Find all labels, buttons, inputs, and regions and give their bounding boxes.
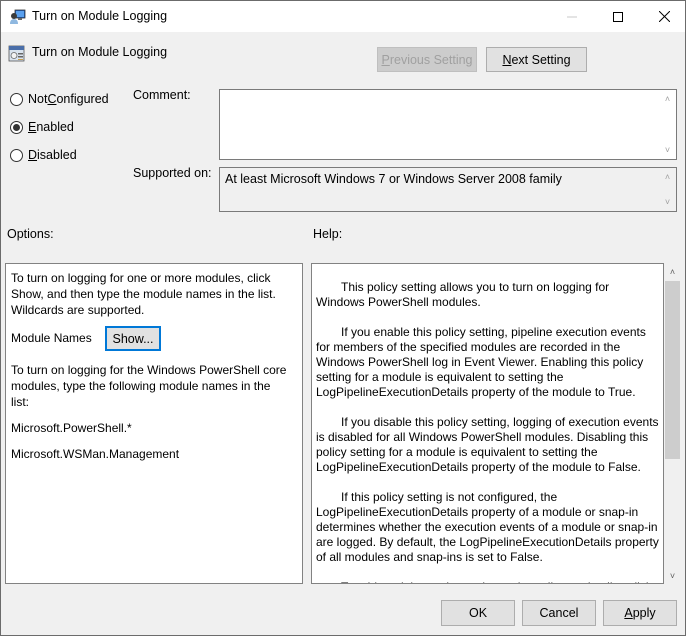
- supported-on-label: Supported on:: [133, 166, 212, 180]
- help-line: determines whether the execution events …: [316, 520, 658, 534]
- options-intro: To turn on logging for one or more modul…: [11, 270, 276, 318]
- comment-label: Comment:: [133, 88, 191, 102]
- radio-label-post: nabled: [36, 120, 74, 134]
- previous-setting-label: revious Setting: [389, 52, 473, 67]
- help-line: LogPipelineExecutionDetails property of …: [316, 505, 639, 519]
- previous-setting-button[interactable]: Previous Setting: [377, 47, 477, 72]
- supported-on-value: At least Microsoft Windows 7 or Windows …: [225, 172, 562, 186]
- close-button[interactable]: [641, 1, 686, 32]
- window-title: Turn on Module Logging: [32, 9, 168, 23]
- scroll-up-icon[interactable]: ˄: [665, 172, 670, 182]
- options-core-line: list:: [11, 395, 29, 409]
- policy-computer-icon: [10, 9, 26, 24]
- module-powershell: Microsoft.PowerShell.*: [11, 421, 132, 435]
- scroll-down-icon[interactable]: ˅: [665, 145, 670, 155]
- show-module-names-button[interactable]: Show...: [105, 326, 161, 351]
- options-core-line: modules, type the following module names…: [11, 379, 271, 393]
- radio-label-accel: C: [47, 92, 57, 106]
- help-line: LogPipelineExecutionDetails property of …: [316, 460, 641, 474]
- help-line: Windows PowerShell modules.: [316, 295, 481, 309]
- help-line: Windows PowerShell log in Event Viewer. …: [316, 355, 644, 369]
- comment-input[interactable]: ˄ ˅: [219, 89, 677, 160]
- minimize-icon: [567, 16, 577, 17]
- ok-button[interactable]: OK: [441, 600, 515, 626]
- radio-disabled[interactable]: Disabled: [10, 148, 77, 162]
- help-line: is disabled for all Windows PowerShell m…: [316, 430, 649, 444]
- comment-scrollbar[interactable]: ˄ ˅: [659, 90, 676, 159]
- help-line: If you enable this policy setting, pipel…: [341, 325, 646, 339]
- radio-enabled[interactable]: Enabled: [10, 120, 74, 134]
- help-line: of all modules and snap-ins is set to Fa…: [316, 550, 543, 564]
- help-line: policy setting for a module is equivalen…: [316, 445, 598, 459]
- help-line: This policy setting allows you to turn o…: [341, 280, 610, 294]
- help-line: If you disable this policy setting, logg…: [341, 415, 659, 429]
- radio-circle: [10, 120, 23, 134]
- help-scrollbar[interactable]: ˄ ˅: [664, 263, 681, 584]
- next-setting-label: ext Setting: [511, 52, 571, 67]
- help-line: To add modules and snap-ins to the polic…: [341, 580, 652, 583]
- title-bar: Turn on Module Logging: [1, 1, 685, 32]
- options-intro-line: Wildcards are supported.: [11, 303, 145, 317]
- maximize-button[interactable]: [595, 1, 641, 32]
- apply-accel: A: [624, 606, 633, 620]
- cancel-button[interactable]: Cancel: [522, 600, 596, 626]
- scroll-down-icon[interactable]: ˅: [664, 567, 681, 584]
- supported-on-field: At least Microsoft Windows 7 or Windows …: [219, 167, 677, 212]
- help-line: If this policy setting is not configured…: [341, 490, 558, 504]
- supported-scrollbar[interactable]: ˄ ˅: [659, 168, 676, 211]
- radio-label-accel: D: [28, 148, 38, 162]
- help-line: LogPipelineExecutionDetails property of …: [316, 385, 636, 399]
- options-core-line: To turn on logging for the Windows Power…: [11, 363, 287, 377]
- options-label: Options:: [7, 227, 54, 241]
- radio-circle: [10, 92, 23, 106]
- help-line: for members of the specified modules are…: [316, 340, 621, 354]
- radio-label-post: onfigured: [56, 92, 109, 106]
- policy-name: Turn on Module Logging: [32, 45, 168, 59]
- maximize-icon: [613, 11, 623, 22]
- help-paragraph: To add modules and snap-ins to the polic…: [316, 580, 663, 583]
- module-wsman: Microsoft.WSMan.Management: [11, 447, 180, 461]
- next-setting-button[interactable]: Next Setting: [486, 47, 587, 72]
- scroll-down-icon[interactable]: ˅: [665, 197, 670, 207]
- options-core-text: To turn on logging for the Windows Power…: [11, 362, 286, 410]
- minimize-button[interactable]: [549, 1, 595, 32]
- radio-label-pre: Not: [28, 92, 48, 106]
- apply-label: pply: [632, 606, 656, 620]
- scroll-up-icon[interactable]: ˄: [664, 263, 681, 280]
- next-setting-accel: N: [502, 52, 512, 67]
- help-line: are logged. By default, the LogPipelineE…: [316, 535, 659, 549]
- policy-dialog: Turn on Module Logging Turn on Module Lo…: [0, 0, 686, 636]
- help-paragraph: If this policy setting is not configured…: [316, 490, 663, 565]
- radio-label-post: isabled: [37, 148, 77, 162]
- help-label: Help:: [313, 227, 343, 241]
- previous-setting-accel: P: [381, 52, 390, 67]
- radio-label-accel: E: [28, 120, 37, 134]
- help-panel: This policy setting allows you to turn o…: [311, 263, 664, 584]
- help-paragraph: If you enable this policy setting, pipel…: [316, 325, 663, 400]
- radio-not-configured[interactable]: Not Configured: [10, 92, 109, 106]
- options-panel: To turn on logging for one or more modul…: [5, 263, 303, 584]
- help-paragraph: If you disable this policy setting, logg…: [316, 415, 663, 475]
- scroll-up-icon[interactable]: ˄: [665, 94, 670, 104]
- options-intro-line: Show, and then type the module names in …: [11, 287, 276, 301]
- help-paragraph: This policy setting allows you to turn o…: [316, 280, 663, 310]
- radio-circle: [10, 148, 23, 162]
- help-line: setting for a module is equivalent to se…: [316, 370, 564, 384]
- radio-selected-dot: [13, 123, 20, 131]
- scroll-thumb[interactable]: [665, 281, 680, 459]
- help-text: This policy setting allows you to turn o…: [316, 280, 663, 583]
- policy-setting-icon: [8, 45, 25, 62]
- module-names-label: Module Names: [11, 331, 92, 345]
- close-icon: [658, 11, 670, 22]
- options-intro-line: To turn on logging for one or more modul…: [11, 271, 271, 285]
- apply-button[interactable]: Apply: [603, 600, 677, 626]
